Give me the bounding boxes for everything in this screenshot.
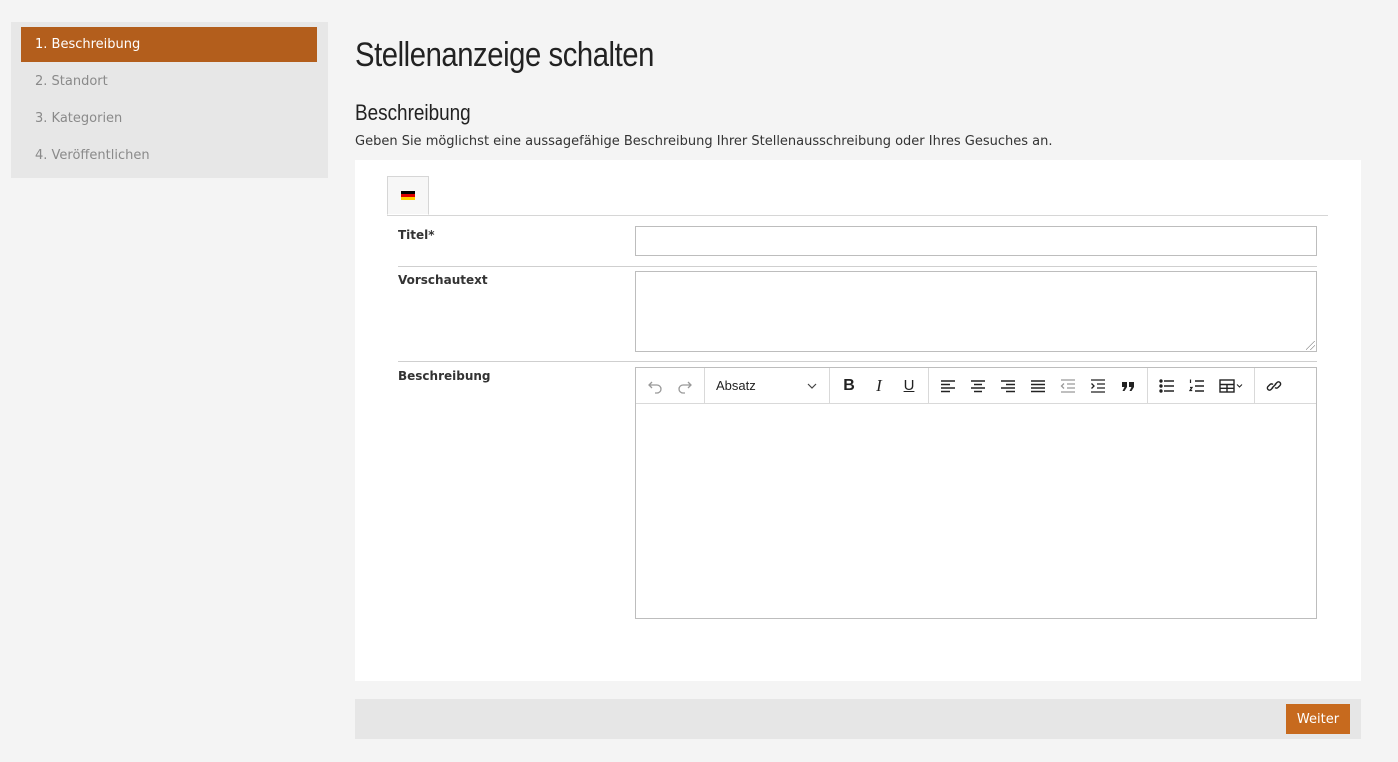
link-group [1255, 368, 1293, 403]
divider [398, 361, 1317, 362]
history-group [636, 368, 705, 403]
section-description: Geben Sie möglichst eine aussagefähige B… [355, 134, 1053, 149]
resize-handle-icon[interactable] [1306, 341, 1315, 350]
list-group [1148, 368, 1255, 403]
link-icon[interactable] [1259, 372, 1289, 400]
preview-textarea[interactable] [635, 271, 1317, 352]
indent-icon[interactable] [1083, 372, 1113, 400]
paragraph-format-dropdown[interactable]: Absatz [709, 372, 825, 400]
language-tabs [387, 176, 1328, 216]
preview-label: Vorschautext [398, 273, 488, 287]
step-standort[interactable]: 2. Standort [21, 64, 317, 99]
title-label: Titel* [398, 228, 435, 242]
form-footer: Weiter [355, 699, 1361, 739]
divider [398, 266, 1317, 267]
align-right-icon[interactable] [993, 372, 1023, 400]
step-beschreibung[interactable]: 1. Beschreibung [21, 27, 317, 62]
alignment-group [929, 368, 1148, 403]
table-icon[interactable] [1212, 372, 1250, 400]
bold-icon[interactable]: B [834, 372, 864, 400]
step-kategorien[interactable]: 3. Kategorien [21, 101, 317, 136]
italic-icon[interactable]: I [864, 372, 894, 400]
undo-icon[interactable] [640, 372, 670, 400]
chevron-down-icon [807, 383, 817, 389]
step-navigation: 1. Beschreibung 2. Standort 3. Kategorie… [11, 22, 328, 178]
editor-content-area[interactable] [636, 404, 1316, 619]
editor-toolbar: Absatz B I U [636, 368, 1316, 404]
flag-de-icon [401, 191, 415, 200]
page-title: Stellenanzeige schalten [355, 36, 654, 74]
bullet-list-icon[interactable] [1152, 372, 1182, 400]
section-title: Beschreibung [355, 100, 471, 125]
outdent-icon[interactable] [1053, 372, 1083, 400]
form-panel: Titel* Vorschautext Beschreibung Absatz … [355, 160, 1361, 681]
step-veroeffentlichen[interactable]: 4. Veröffentlichen [21, 138, 317, 173]
redo-icon[interactable] [670, 372, 700, 400]
align-justify-icon[interactable] [1023, 372, 1053, 400]
align-center-icon[interactable] [963, 372, 993, 400]
underline-icon[interactable]: U [894, 372, 924, 400]
style-group: B I U [830, 368, 929, 403]
numbered-list-icon[interactable] [1182, 372, 1212, 400]
format-selected-label: Absatz [716, 378, 756, 393]
blockquote-icon[interactable] [1113, 372, 1143, 400]
description-label: Beschreibung [398, 369, 491, 383]
next-button[interactable]: Weiter [1286, 704, 1350, 734]
align-left-icon[interactable] [933, 372, 963, 400]
rich-text-editor: Absatz B I U [635, 367, 1317, 619]
title-input[interactable] [635, 226, 1317, 256]
tab-language-de[interactable] [387, 176, 429, 215]
format-group: Absatz [705, 368, 830, 403]
